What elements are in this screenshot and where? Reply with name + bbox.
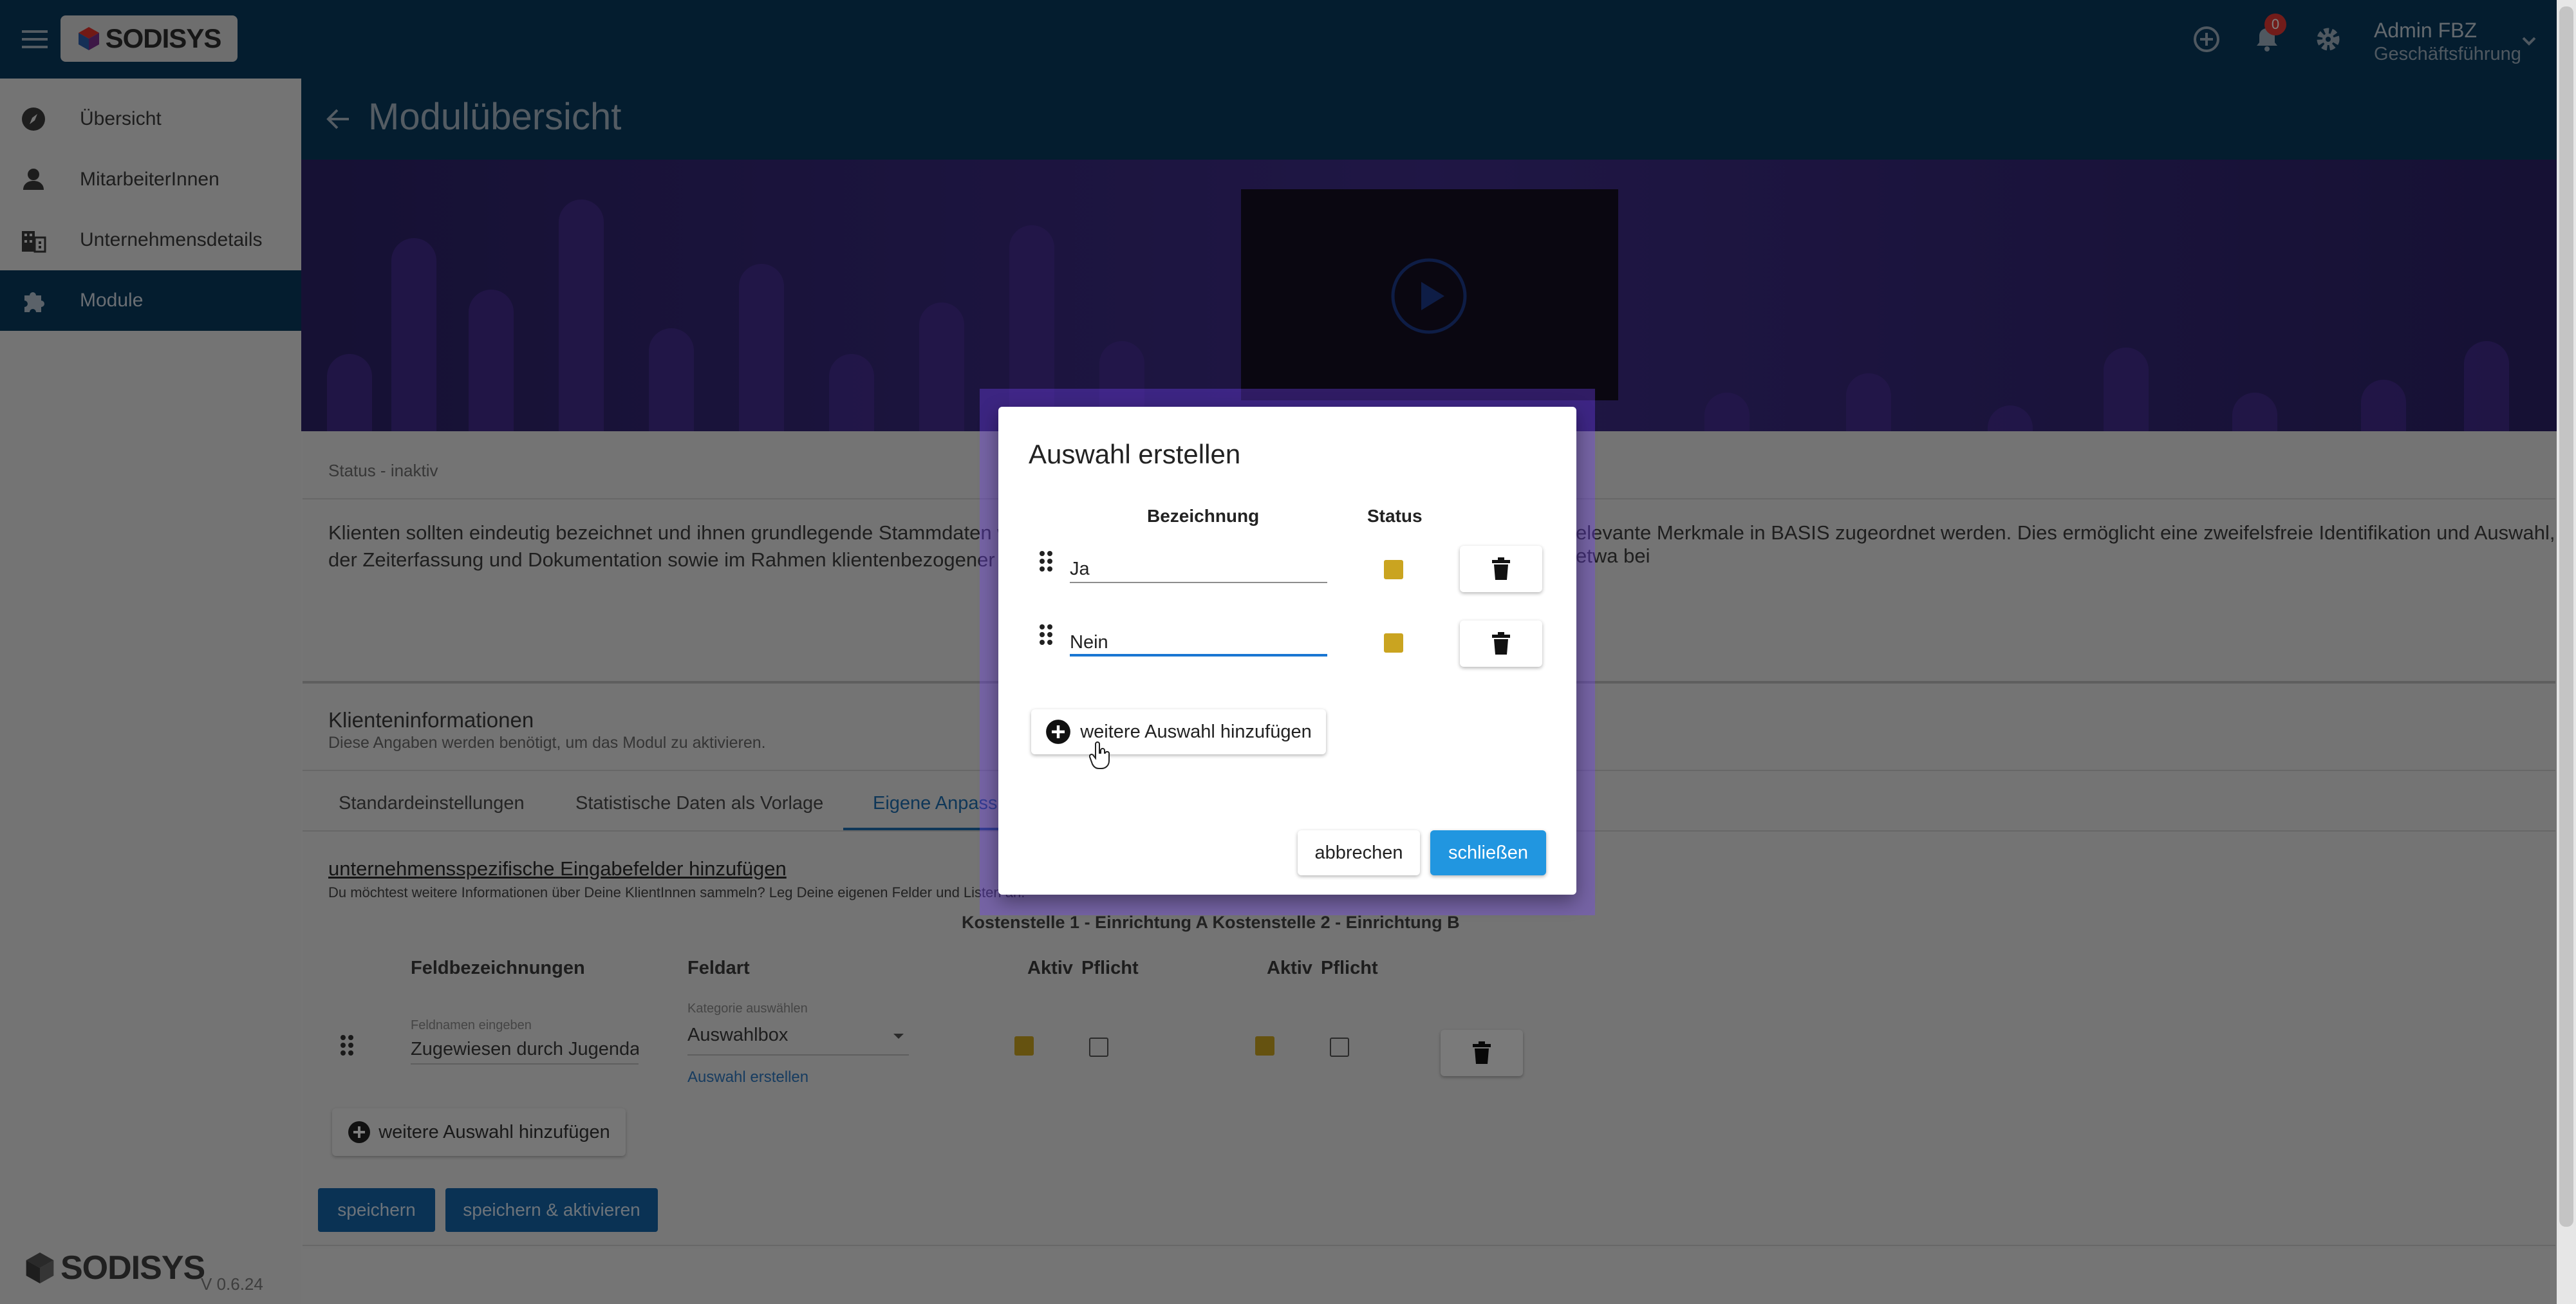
dialog-column-name: Bezeichnung bbox=[1147, 506, 1260, 526]
drag-handle-icon[interactable] bbox=[1038, 622, 1054, 647]
hand-cursor-icon bbox=[1089, 741, 1111, 770]
scrollbar-thumb[interactable] bbox=[2559, 6, 2573, 1227]
cancel-button[interactable]: abbrechen bbox=[1298, 830, 1420, 875]
dialog-add-choice-label: weitere Auswahl hinzufügen bbox=[1080, 721, 1312, 742]
trash-icon bbox=[1492, 632, 1510, 655]
option-status-checkbox[interactable] bbox=[1384, 633, 1403, 653]
drag-handle-icon[interactable] bbox=[1038, 548, 1054, 574]
close-button[interactable]: schließen bbox=[1430, 830, 1546, 875]
dialog-title: Auswahl erstellen bbox=[1029, 439, 1241, 469]
add-circle-icon bbox=[1046, 720, 1071, 744]
dialog-column-status: Status bbox=[1367, 506, 1423, 526]
delete-option-button[interactable] bbox=[1460, 620, 1542, 667]
dialog-add-choice-button[interactable]: weitere Auswahl hinzufügen bbox=[1031, 709, 1326, 754]
option-status-checkbox[interactable] bbox=[1384, 560, 1403, 579]
trash-icon bbox=[1492, 557, 1510, 580]
option-input[interactable]: Ja bbox=[1070, 552, 1327, 583]
delete-option-button[interactable] bbox=[1460, 546, 1542, 592]
option-input[interactable]: Nein bbox=[1070, 626, 1327, 657]
